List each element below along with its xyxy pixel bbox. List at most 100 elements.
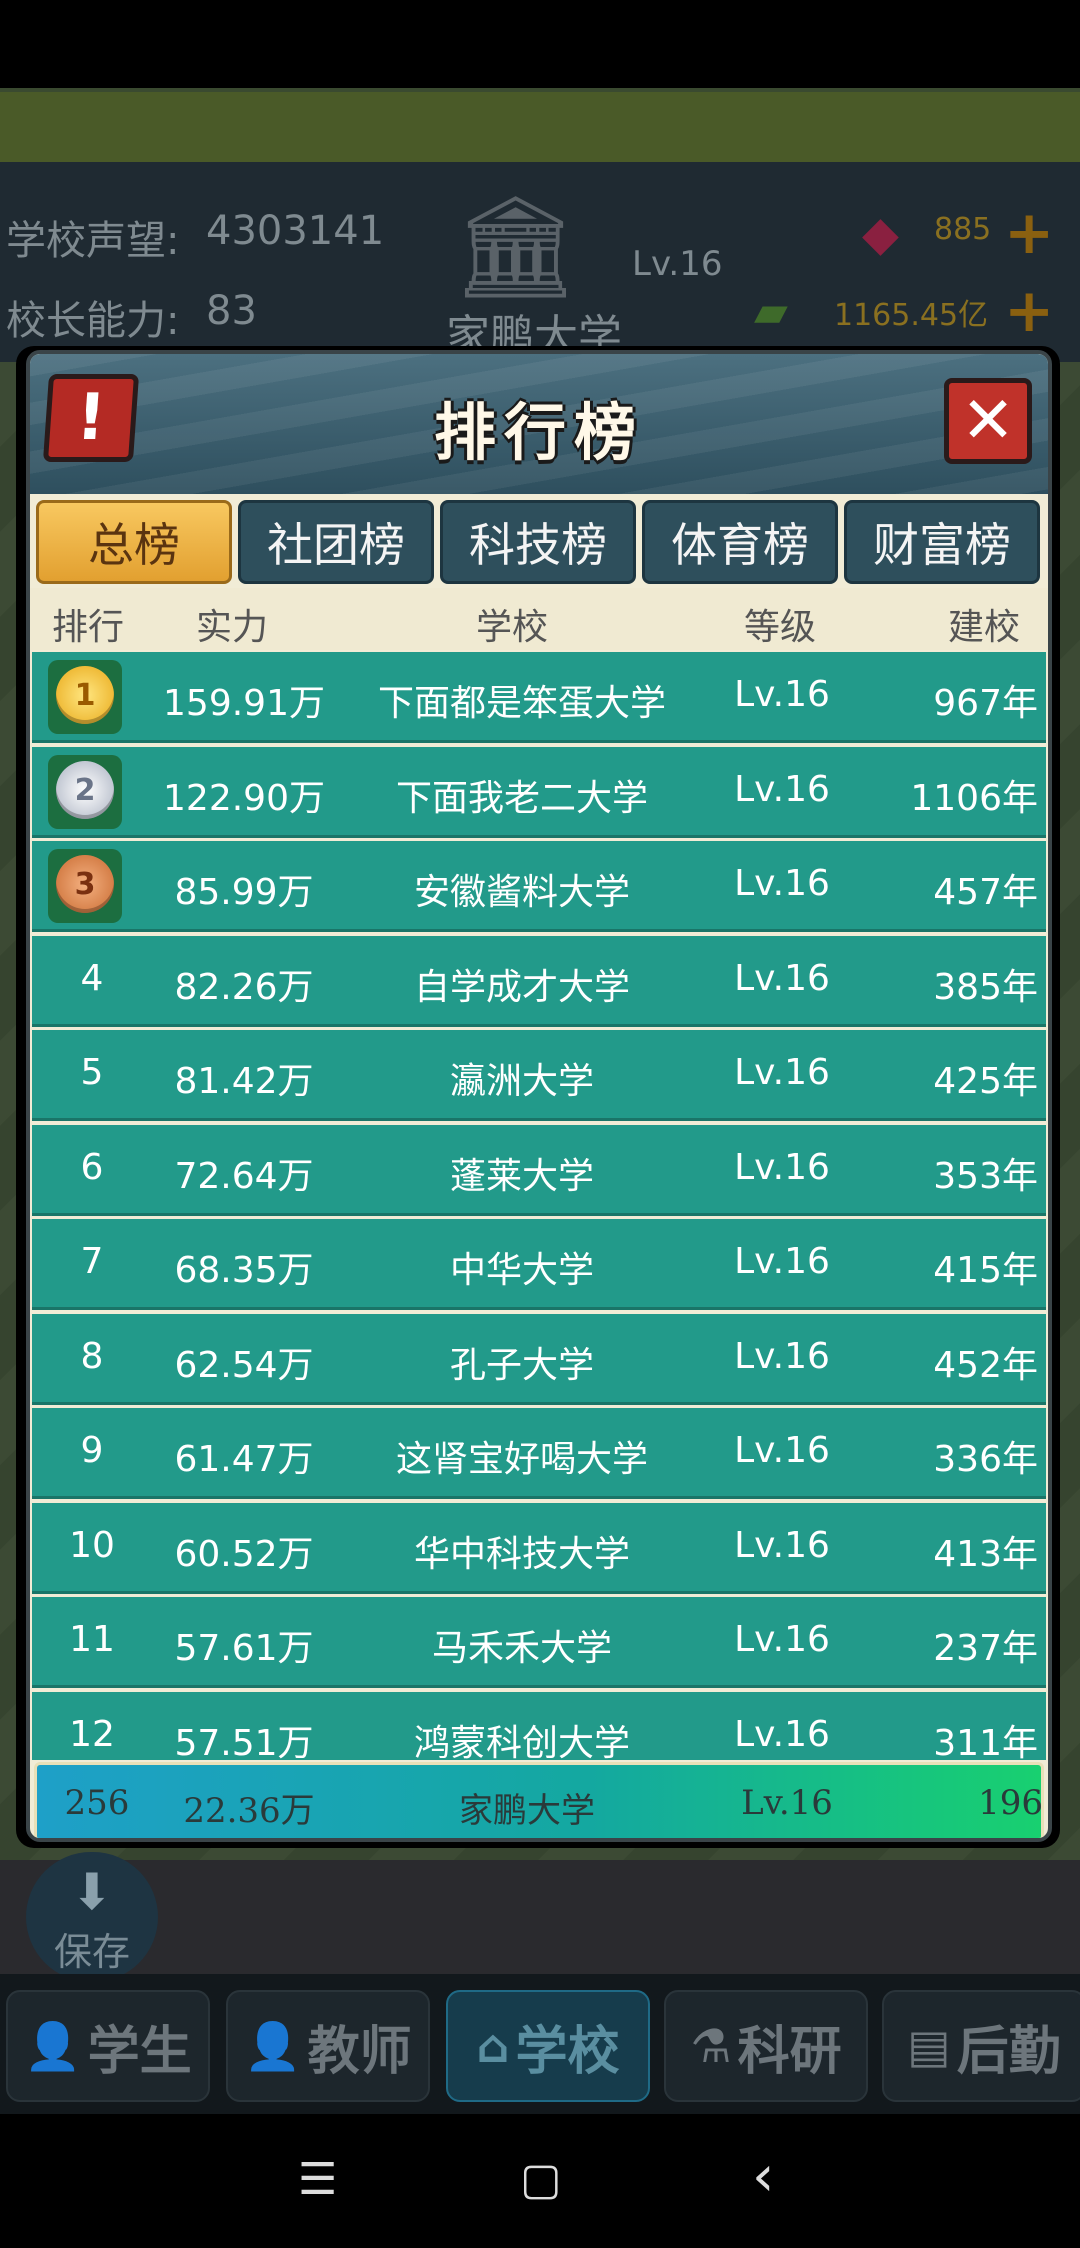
- nav-clipboard[interactable]: ▤ 后勤: [882, 1990, 1080, 2102]
- table-row[interactable]: 4 82.26万 自学成才大学 Lv.16 385年: [32, 936, 1046, 1027]
- table-row[interactable]: 3 85.99万 安徽酱料大学 Lv.16 457年: [32, 841, 1046, 932]
- table-row[interactable]: 8 62.54万 孔子大学 Lv.16 452年: [32, 1314, 1046, 1405]
- ability-label: 校长能力:: [6, 298, 180, 344]
- table-row[interactable]: 10 60.52万 华中科技大学 Lv.16 413年: [32, 1503, 1046, 1594]
- table-row[interactable]: 6 72.64万 蓬莱大学 Lv.16 353年: [32, 1125, 1046, 1216]
- back-icon[interactable]: ‹: [752, 2144, 774, 2209]
- teacher-icon: 👤: [244, 2018, 302, 2073]
- my-school-name: 家鹏大学: [459, 1791, 595, 1831]
- column-headers: 排行 实力 学校 等级 建校: [30, 588, 1048, 650]
- info-alert-button[interactable]: !: [42, 374, 140, 462]
- school-name: 中华大学: [449, 1250, 594, 1291]
- founded-years: 353年: [933, 1156, 1038, 1197]
- nav-label: 学校: [515, 2021, 620, 2082]
- power-value: 122.90万: [163, 778, 325, 819]
- school-level: Lv.16: [734, 1336, 830, 1377]
- close-icon: ✕: [961, 384, 1015, 458]
- school-level: Lv.16: [734, 1052, 830, 1093]
- table-row[interactable]: 2 122.90万 下面我老二大学 Lv.16 1106年: [32, 747, 1046, 838]
- add-gems-button[interactable]: +: [1004, 198, 1054, 268]
- table-row[interactable]: 12 57.51万 鸿蒙科创大学 Lv.16 311年: [32, 1692, 1046, 1760]
- ability-value: 83: [206, 288, 257, 334]
- rank-number: 3: [56, 855, 114, 913]
- rank-number: 9: [80, 1430, 104, 1471]
- nav-teacher[interactable]: 👤 教师: [226, 1990, 430, 2102]
- col-power: 实力: [196, 607, 269, 648]
- rank-number: 5: [80, 1052, 104, 1093]
- flask-icon: ⚗: [690, 2019, 732, 2073]
- power-value: 57.61万: [174, 1628, 314, 1669]
- clipboard-icon: ▤: [907, 2019, 951, 2073]
- panel-title: 排行榜: [433, 396, 644, 469]
- school-name: 鸿蒙科创大学: [413, 1723, 630, 1760]
- exclamation-icon: !: [73, 381, 109, 455]
- table-row[interactable]: 5 81.42万 瀛洲大学 Lv.16 425年: [32, 1030, 1046, 1121]
- close-button[interactable]: ✕: [944, 378, 1032, 464]
- nav-label: 教师: [307, 2021, 412, 2082]
- founded-years: 1106年: [910, 778, 1038, 819]
- founded-years: 415年: [933, 1250, 1038, 1291]
- school-level: Lv.16: [734, 1430, 830, 1471]
- nav-student[interactable]: 👤 学生: [6, 1990, 210, 2102]
- school-name: 自学成才大学: [413, 967, 630, 1008]
- rank-number: 6: [80, 1147, 104, 1188]
- col-founded: 建校: [948, 607, 1021, 648]
- my-rank: 256: [64, 1783, 130, 1823]
- leaderboard-panel: 排行榜 ! ✕ 总榜 社团榜 科技榜 体育榜 财富榜 排行 实力 学校 等级 建…: [26, 350, 1052, 1842]
- reputation-label: 学校声望:: [6, 218, 180, 264]
- school-level: Lv.16: [734, 1619, 830, 1660]
- rank-number: 4: [80, 958, 104, 999]
- col-rank: 排行: [52, 607, 125, 648]
- school-name: 马禾禾大学: [431, 1628, 612, 1669]
- save-label: 保存: [53, 1930, 130, 1974]
- school-name: 孔子大学: [449, 1345, 594, 1386]
- power-value: 68.35万: [174, 1250, 314, 1291]
- my-school-row[interactable]: 256 22.36万 家鹏大学 Lv.16 196: [34, 1762, 1044, 1838]
- nav-label: 学生: [87, 2021, 192, 2082]
- nav-school[interactable]: ⌂ 学校: [446, 1990, 650, 2102]
- save-icon: ⬇: [71, 1863, 113, 1921]
- money-icon: ▰: [754, 286, 788, 337]
- home-icon[interactable]: ▢: [520, 2154, 562, 2205]
- reputation-value: 4303141: [206, 208, 385, 254]
- table-row[interactable]: 11 57.61万 马禾禾大学 Lv.16 237年: [32, 1597, 1046, 1688]
- school-level: Lv.16: [734, 1147, 830, 1188]
- menu-icon[interactable]: ☰: [298, 2154, 337, 2205]
- school-level: Lv.16: [734, 958, 830, 999]
- leaderboard-list[interactable]: 1 159.91万 下面都是笨蛋大学 Lv.16 967年 2 122.90万 下面我老二大学…: [30, 652, 1048, 1760]
- school-name: 下面我老二大学: [395, 778, 648, 819]
- silver-medal-icon: 2: [48, 755, 122, 829]
- tab-wealth[interactable]: 财富榜: [844, 500, 1040, 584]
- school-level: Lv.16: [734, 1714, 830, 1755]
- founded-years: 336年: [933, 1439, 1038, 1480]
- money-amount: 1165.45亿: [834, 298, 989, 333]
- rank-number: 7: [80, 1241, 104, 1282]
- founded-years: 385年: [933, 967, 1038, 1008]
- my-level: Lv.16: [741, 1783, 833, 1823]
- tab-clubs[interactable]: 社团榜: [238, 500, 434, 584]
- rank-number: 10: [69, 1525, 115, 1566]
- rank-number: 1: [56, 666, 114, 724]
- add-money-button[interactable]: +: [1004, 276, 1054, 346]
- school-hud: 学校声望: 4303141 校长能力: 83 🏛 Lv.16 家鹏大学 ◆ 88…: [0, 162, 1080, 362]
- power-value: 72.64万: [174, 1156, 314, 1197]
- founded-years: 237年: [933, 1628, 1038, 1669]
- table-row[interactable]: 1 159.91万 下面都是笨蛋大学 Lv.16 967年: [32, 652, 1046, 743]
- tab-overall[interactable]: 总榜: [36, 500, 232, 584]
- save-button[interactable]: ⬇ 保存: [26, 1852, 158, 1982]
- leaderboard-tabs: 总榜 社团榜 科技榜 体育榜 财富榜: [36, 500, 1044, 588]
- bronze-medal-icon: 3: [48, 849, 122, 923]
- nav-flask[interactable]: ⚗ 科研: [664, 1990, 868, 2102]
- table-row[interactable]: 7 68.35万 中华大学 Lv.16 415年: [32, 1219, 1046, 1310]
- tab-technology[interactable]: 科技榜: [440, 500, 636, 584]
- school-level: Lv.16: [734, 674, 830, 715]
- school-building-icon[interactable]: 🏛: [452, 188, 579, 306]
- school-level: Lv.16: [632, 244, 723, 284]
- power-value: 81.42万: [174, 1061, 314, 1102]
- founded-years: 311年: [933, 1723, 1038, 1760]
- tab-sports[interactable]: 体育榜: [642, 500, 838, 584]
- school-name: 瀛洲大学: [449, 1061, 594, 1102]
- school-level: Lv.16: [734, 1241, 830, 1282]
- table-row[interactable]: 9 61.47万 这肾宝好喝大学 Lv.16 336年: [32, 1408, 1046, 1499]
- founded-years: 457年: [933, 872, 1038, 913]
